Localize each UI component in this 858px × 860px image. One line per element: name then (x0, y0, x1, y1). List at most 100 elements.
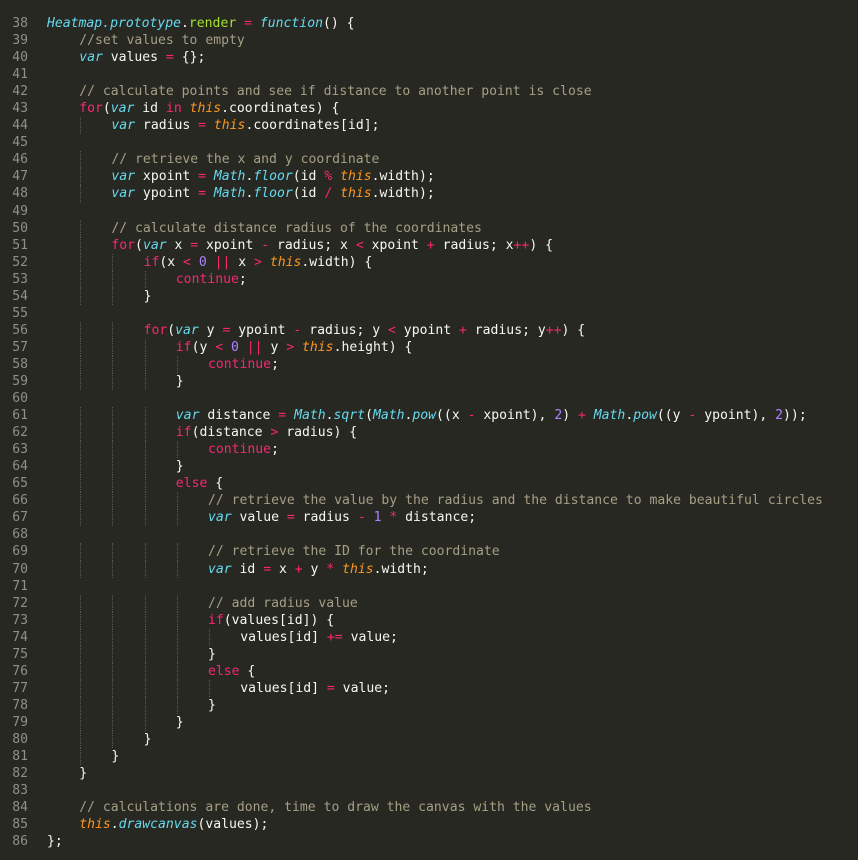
code-line[interactable]: 50 // calculate distance radius of the co… (0, 219, 858, 237)
code-line[interactable]: 72 // add radius value (0, 594, 858, 612)
code-line[interactable]: 83 (0, 782, 858, 799)
code-content[interactable]: values[id] = value; (28, 679, 858, 697)
code-line[interactable]: 75} (0, 645, 858, 663)
code-editor[interactable]: 38 Heatmap.prototype.render = function() … (0, 0, 858, 860)
code-line[interactable]: 57 if(y < 0 || y > this.height) { (0, 338, 858, 356)
code-content[interactable]: } (28, 645, 858, 663)
code-content[interactable] (28, 390, 858, 407)
code-content[interactable]: if(y < 0 || y > this.height) { (28, 338, 858, 356)
code-line[interactable]: 65 else { (0, 475, 858, 493)
code-content[interactable] (28, 578, 858, 595)
code-content[interactable]: } (28, 696, 858, 714)
code-line[interactable]: 73 if(values[id]) { (0, 611, 858, 629)
code-content[interactable]: for(var y = ypoint - radius; y < ypoint … (28, 321, 858, 339)
code-line[interactable]: 56 for(var y = ypoint - radius; y < ypoin… (0, 321, 858, 339)
code-line[interactable]: 55 (0, 305, 858, 322)
code-line[interactable]: 60 (0, 390, 858, 407)
code-line[interactable]: 76 else { (0, 662, 858, 680)
code-line[interactable]: 64} (0, 458, 858, 476)
code-line[interactable]: 61 var distance = Math.sqrt(Math.pow((x -… (0, 407, 858, 425)
code-content[interactable]: // calculate points and see if distance … (28, 83, 858, 100)
code-content[interactable] (28, 203, 858, 220)
code-line[interactable]: 71 (0, 578, 858, 595)
code-line[interactable]: 47 var xpoint = Math.floor(id % this.widt… (0, 168, 858, 186)
code-line[interactable]: 44 var radius = this.coordinates[id]; (0, 117, 858, 135)
code-content[interactable]: continue; (28, 270, 858, 288)
code-content[interactable]: var xpoint = Math.floor(id % this.width)… (28, 168, 858, 186)
code-line[interactable]: 68 (0, 526, 858, 543)
code-line[interactable]: 84 // calculations are done, time to draw… (0, 799, 858, 816)
code-content[interactable] (28, 526, 858, 543)
code-line[interactable]: 70 var id = x + y * this.width; (0, 560, 858, 578)
code-line[interactable]: 40 var values = {}; (0, 49, 858, 66)
code-line[interactable]: 81} (0, 748, 858, 766)
code-line[interactable]: 58 continue; (0, 355, 858, 373)
code-line[interactable]: 78} (0, 696, 858, 714)
code-line[interactable]: 51 for(var x = xpoint - radius; x < xpoin… (0, 236, 858, 254)
code-content[interactable]: // add radius value (28, 594, 858, 612)
code-content[interactable]: // retrieve the value by the radius and … (28, 492, 858, 510)
code-content[interactable] (28, 134, 858, 151)
code-line[interactable]: 67 var value = radius - 1 * distance; (0, 509, 858, 527)
code-line[interactable]: 74 values[id] += value; (0, 628, 858, 646)
code-content[interactable]: if(values[id]) { (28, 611, 858, 629)
code-line[interactable]: 43 for(var id in this.coordinates) { (0, 100, 858, 117)
code-content[interactable]: } (28, 730, 858, 749)
code-line[interactable]: 62 if(distance > radius) { (0, 424, 858, 442)
code-line[interactable]: 54} (0, 287, 858, 305)
code-content[interactable]: Heatmap.prototype.render = function() { (28, 15, 858, 32)
code-line[interactable]: 42 // calculate points and see if distanc… (0, 83, 858, 100)
token-plain: ypoint (230, 322, 294, 338)
code-line[interactable]: 52 if(x < 0 || x > this.width) { (0, 253, 858, 271)
code-content[interactable]: // calculate distance radius of the coor… (28, 219, 858, 237)
code-line[interactable]: 69 // retrieve the ID for the coordinate (0, 543, 858, 561)
code-content[interactable]: } (28, 287, 858, 305)
code-content[interactable]: // retrieve the ID for the coordinate (28, 543, 858, 561)
code-content[interactable]: var distance = Math.sqrt(Math.pow((x - x… (28, 407, 858, 425)
code-content[interactable]: } (28, 765, 858, 782)
code-content[interactable]: // calculations are done, time to draw t… (28, 799, 858, 816)
code-content[interactable]: else { (28, 475, 858, 493)
code-content[interactable]: for(var id in this.coordinates) { (28, 100, 858, 117)
code-line[interactable]: 80} (0, 730, 858, 749)
code-content[interactable]: var value = radius - 1 * distance; (28, 509, 858, 527)
code-line[interactable]: 39 //set values to empty (0, 32, 858, 49)
code-line[interactable]: 38 Heatmap.prototype.render = function() … (0, 15, 858, 32)
code-content[interactable]: var ypoint = Math.floor(id / this.width)… (28, 185, 858, 203)
code-line[interactable]: 82} (0, 765, 858, 782)
code-line[interactable]: 79} (0, 713, 858, 731)
code-line[interactable]: 45 (0, 134, 858, 151)
code-content[interactable]: } (28, 372, 858, 391)
code-line[interactable]: 49 (0, 203, 858, 220)
code-content[interactable]: this.drawcanvas(values); (28, 816, 858, 833)
code-content[interactable]: } (28, 458, 858, 476)
code-content[interactable]: } (28, 748, 858, 766)
code-content[interactable]: continue; (28, 355, 858, 373)
code-content[interactable]: values[id] += value; (28, 628, 858, 646)
code-content[interactable] (28, 66, 858, 83)
code-line[interactable]: 86}; (0, 833, 858, 850)
code-content[interactable] (28, 782, 858, 799)
code-content[interactable]: var radius = this.coordinates[id]; (28, 117, 858, 135)
code-content[interactable]: continue; (28, 441, 858, 459)
code-line[interactable]: 48 var ypoint = Math.floor(id / this.widt… (0, 185, 858, 203)
code-line[interactable]: 66 // retrieve the value by the radius an… (0, 492, 858, 510)
code-line[interactable]: 41 (0, 66, 858, 83)
code-line[interactable]: 63 continue; (0, 441, 858, 459)
code-content[interactable] (28, 305, 858, 322)
code-line[interactable]: 85 this.drawcanvas(values); (0, 816, 858, 833)
code-content[interactable]: //set values to empty (28, 32, 858, 49)
code-content[interactable]: var id = x + y * this.width; (28, 560, 858, 578)
code-content[interactable]: if(distance > radius) { (28, 424, 858, 442)
code-content[interactable]: if(x < 0 || x > this.width) { (28, 253, 858, 271)
code-line[interactable]: 59} (0, 372, 858, 391)
code-content[interactable]: else { (28, 662, 858, 680)
code-line[interactable]: 46 // retrieve the x and y coordinate (0, 151, 858, 169)
code-line[interactable]: 53 continue; (0, 270, 858, 288)
code-content[interactable]: // retrieve the x and y coordinate (28, 151, 858, 169)
code-content[interactable]: for(var x = xpoint - radius; x < xpoint … (28, 236, 858, 254)
code-content[interactable]: }; (28, 833, 858, 850)
code-line[interactable]: 77 values[id] = value; (0, 679, 858, 697)
code-content[interactable]: } (28, 713, 858, 731)
code-content[interactable]: var values = {}; (28, 49, 858, 66)
